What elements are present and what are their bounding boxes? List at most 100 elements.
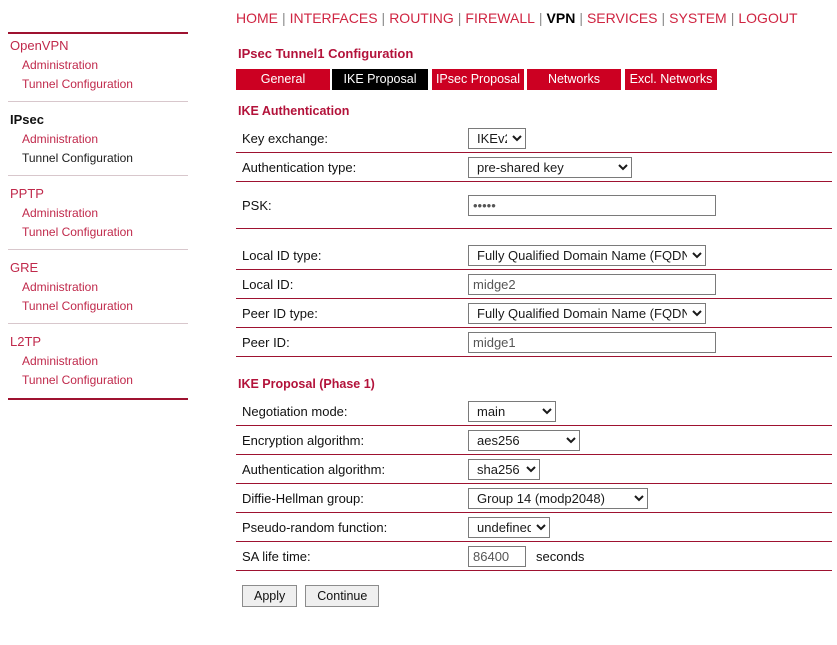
row-divider	[236, 570, 832, 571]
form-action-bar: Apply Continue	[242, 585, 837, 607]
psk-input[interactable]	[468, 194, 716, 216]
sidebar-group-gre: GRE Administration Tunnel Configuration	[0, 256, 200, 316]
label-key-exchange: Key exchange:	[242, 130, 329, 146]
nav-item-routing[interactable]: ROUTING	[389, 10, 454, 26]
nav-item-system[interactable]: SYSTEM	[669, 10, 727, 26]
nav-separator: |	[661, 10, 666, 26]
nav-item-services[interactable]: SERVICES	[587, 10, 658, 26]
nav-separator: |	[579, 10, 583, 26]
local-id-input[interactable]	[468, 273, 716, 295]
peer-id-input[interactable]	[468, 331, 716, 353]
page-title: IPsec Tunnel1 Configuration	[238, 46, 414, 61]
row-spacer	[236, 229, 837, 241]
sidebar-group-l2tp: L2TP Administration Tunnel Configuration	[0, 330, 200, 390]
pseudo-random-function-select[interactable]: undefined	[468, 516, 550, 538]
sidebar-item-openvpn-administration[interactable]: Administration	[8, 56, 192, 75]
sidebar-group-title-pptp[interactable]: PPTP	[8, 182, 192, 204]
sidebar-item-openvpn-tunnel-configuration[interactable]: Tunnel Configuration	[8, 75, 192, 94]
top-navigation: HOME | INTERFACES | ROUTING | FIREWALL | VPN | SER…	[236, 0, 837, 28]
nav-item-home[interactable]: HOME	[236, 10, 278, 26]
diffie-hellman-group-select[interactable]: Group 14 (modp2048)	[468, 487, 648, 509]
row-authentication-type: Authentication type: pre-shared key	[236, 153, 832, 181]
label-psk: PSK:	[242, 197, 272, 213]
field-psk	[468, 194, 716, 216]
section-title-ike-proposal: IKE Proposal (Phase 1)	[238, 377, 375, 391]
tab-excl-networks[interactable]: Excl. Networks	[625, 69, 717, 90]
row-negotiation-mode: Negotiation mode: main	[236, 397, 832, 425]
row-local-id: Local ID:	[236, 270, 832, 298]
field-sa-life-time: seconds	[468, 545, 585, 567]
nav-item-interfaces[interactable]: INTERFACES	[290, 10, 378, 26]
tab-ipsec-proposal[interactable]: IPsec Proposal	[432, 69, 524, 90]
row-peer-id-type: Peer ID type: Fully Qualified Domain Nam…	[236, 299, 832, 327]
negotiation-mode-select[interactable]: main	[468, 400, 556, 422]
sa-life-time-input[interactable]	[468, 545, 526, 567]
sidebar-item-gre-administration[interactable]: Administration	[8, 278, 192, 297]
row-key-exchange: Key exchange: IKEv2	[236, 124, 832, 152]
label-peer-id: Peer ID:	[242, 334, 290, 350]
sidebar: OpenVPN Administration Tunnel Configuratio…	[0, 0, 200, 645]
label-pseudo-random-function: Pseudo-random function:	[242, 519, 388, 535]
nav-separator: |	[282, 10, 286, 26]
row-encryption-algorithm: Encryption algorithm: aes256	[236, 426, 832, 454]
row-divider	[236, 356, 832, 357]
sidebar-item-l2tp-administration[interactable]: Administration	[8, 352, 192, 371]
sidebar-bottom-rule	[8, 398, 188, 400]
sidebar-item-ipsec-administration[interactable]: Administration	[8, 130, 192, 149]
sidebar-group-title-openvpn[interactable]: OpenVPN	[8, 34, 192, 56]
tab-networks[interactable]: Networks	[527, 69, 621, 90]
authentication-type-select[interactable]: pre-shared key	[468, 156, 632, 178]
sidebar-group-title-ipsec[interactable]: IPsec	[8, 108, 192, 130]
sidebar-group-title-gre[interactable]: GRE	[8, 256, 192, 278]
nav-separator: |	[730, 10, 735, 26]
peer-id-type-select[interactable]: Fully Qualified Domain Name (FQDN)	[468, 302, 706, 324]
sidebar-group-ipsec: IPsec Administration Tunnel Configuration	[0, 108, 200, 168]
row-peer-id: Peer ID:	[236, 328, 832, 356]
sidebar-group-title-l2tp[interactable]: L2TP	[8, 330, 192, 352]
sa-life-time-units: seconds	[536, 548, 585, 564]
sidebar-item-pptp-administration[interactable]: Administration	[8, 204, 192, 223]
field-local-id	[468, 273, 716, 295]
row-pseudo-random-function: Pseudo-random function: undefined	[236, 513, 832, 541]
label-authentication-algorithm: Authentication algorithm:	[242, 461, 386, 477]
page-root: OpenVPN Administration Tunnel Configuratio…	[0, 0, 837, 645]
nav-separator: |	[381, 10, 386, 26]
field-diffie-hellman-group: Group 14 (modp2048)	[468, 487, 648, 509]
key-exchange-select[interactable]: IKEv2	[468, 127, 526, 149]
sidebar-group-list: OpenVPN Administration Tunnel Configuratio…	[0, 34, 200, 390]
sidebar-item-ipsec-tunnel-configuration[interactable]: Tunnel Configuration	[8, 149, 192, 168]
authentication-algorithm-select[interactable]: sha256	[468, 458, 540, 480]
label-encryption-algorithm: Encryption algorithm:	[242, 432, 365, 448]
apply-button[interactable]: Apply	[242, 585, 298, 607]
sidebar-item-pptp-tunnel-configuration[interactable]: Tunnel Configuration	[8, 223, 192, 242]
row-sa-life-time: SA life time: seconds	[236, 542, 832, 570]
encryption-algorithm-select[interactable]: aes256	[468, 429, 580, 451]
sidebar-item-gre-tunnel-configuration[interactable]: Tunnel Configuration	[8, 297, 192, 316]
tab-bar: General IKE Proposal IPsec Proposal Network…	[236, 69, 837, 90]
continue-button[interactable]: Continue	[305, 585, 380, 607]
tab-general[interactable]: General	[236, 69, 330, 90]
local-id-type-select[interactable]: Fully Qualified Domain Name (FQDN)	[468, 244, 706, 266]
nav-item-firewall[interactable]: FIREWALL	[465, 10, 535, 26]
tab-ike-proposal[interactable]: IKE Proposal	[332, 69, 428, 90]
section-title-ike-authentication: IKE Authentication	[238, 104, 350, 118]
sidebar-separator	[8, 175, 188, 176]
field-local-id-type: Fully Qualified Domain Name (FQDN)	[468, 244, 706, 266]
nav-item-logout[interactable]: LOGOUT	[738, 10, 797, 26]
row-local-id-type: Local ID type: Fully Qualified Domain Na…	[236, 241, 832, 269]
row-authentication-algorithm: Authentication algorithm: sha256	[236, 455, 832, 483]
label-local-id: Local ID:	[242, 276, 294, 292]
nav-separator: |	[538, 10, 543, 26]
label-sa-life-time: SA life time:	[242, 548, 311, 564]
sidebar-group-openvpn: OpenVPN Administration Tunnel Configuratio…	[0, 34, 200, 94]
sidebar-item-l2tp-tunnel-configuration[interactable]: Tunnel Configuration	[8, 371, 192, 390]
sidebar-separator	[8, 101, 188, 102]
nav-separator: |	[457, 10, 462, 26]
field-peer-id	[468, 331, 716, 353]
field-negotiation-mode: main	[468, 400, 556, 422]
field-authentication-algorithm: sha256	[468, 458, 540, 480]
field-key-exchange: IKEv2	[468, 127, 526, 149]
nav-item-vpn[interactable]: VPN	[547, 10, 576, 26]
field-authentication-type: pre-shared key	[468, 156, 632, 178]
sidebar-separator	[8, 249, 188, 250]
